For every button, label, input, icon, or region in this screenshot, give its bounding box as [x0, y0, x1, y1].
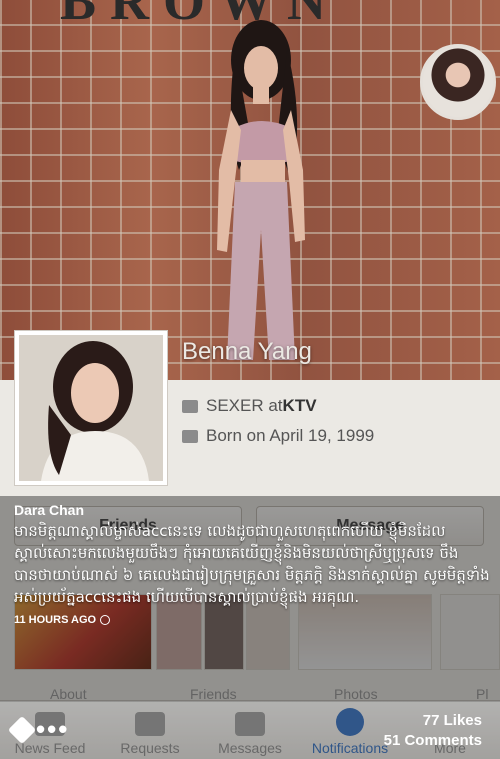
globe-icon: [100, 615, 111, 625]
work-place-link[interactable]: KTV: [283, 396, 317, 416]
profile-person-figure: [19, 335, 163, 481]
calendar-icon: [182, 429, 198, 443]
likes-count[interactable]: 77 Likes: [423, 712, 482, 729]
cover-person-figure: [217, 20, 305, 360]
post-time-text: 11 HOURS AGO: [14, 614, 97, 626]
work-prefix: SEXER at: [206, 396, 283, 415]
tag-icon[interactable]: [7, 715, 37, 745]
cover-photo[interactable]: BROWN: [0, 0, 500, 380]
birthday-text: Born on April 19, 1999: [206, 426, 375, 445]
cover-inset-avatar[interactable]: [420, 44, 496, 120]
post-text: មានមិត្តណាស្គាល់ម្ចាស់accនេះទេ លេងដូចជាហ…: [14, 522, 490, 606]
ellipsis-icon[interactable]: •••: [36, 716, 69, 742]
work-info: SEXER at KTV: [182, 396, 317, 416]
profile-name: Benna Yang: [182, 338, 312, 365]
photo-footer: ••• 77 Likes 51 Comments: [0, 702, 500, 759]
post-overlay: Dara Chan មានមិត្តណាស្គាល់ម្ចាស់accនេះទេ…: [0, 496, 500, 702]
comments-count[interactable]: 51 Comments: [384, 732, 482, 749]
post-author[interactable]: Dara Chan: [14, 502, 490, 518]
birthday-info: Born on April 19, 1999: [182, 426, 374, 446]
briefcase-icon: [182, 399, 198, 413]
profile-picture[interactable]: [14, 330, 168, 486]
post-timestamp: 11 HOURS AGO: [14, 614, 490, 626]
